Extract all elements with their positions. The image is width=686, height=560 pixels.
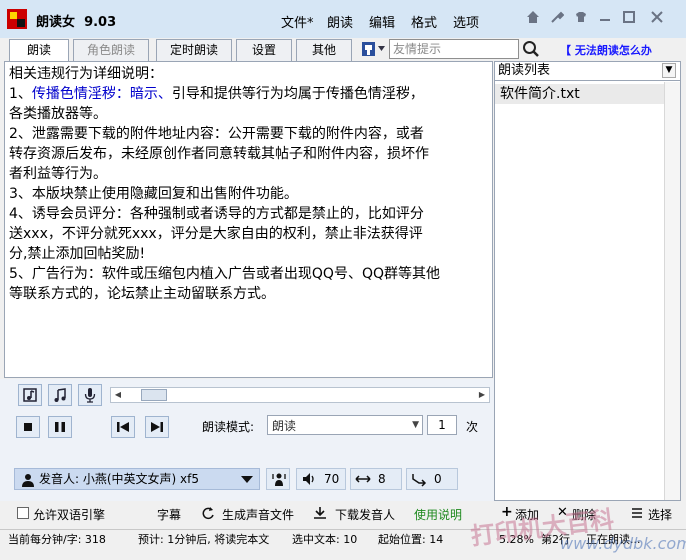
tab-role-read[interactable]: 角色朗读 [73, 39, 149, 61]
hint-input[interactable] [389, 39, 519, 59]
volume-control[interactable]: 70 [296, 468, 346, 490]
person-sound-icon [271, 471, 287, 493]
read-mode-label: 朗读模式: [202, 420, 255, 434]
repeat-unit-label: 次 [466, 420, 479, 434]
chevron-down-icon[interactable]: ▼ [662, 63, 676, 78]
speed-control[interactable]: 8 [350, 468, 402, 490]
menu-file[interactable]: 文件* [281, 12, 314, 31]
maximize-icon[interactable] [620, 10, 638, 28]
generate-audio-button[interactable]: 生成声音文件 [222, 506, 294, 523]
hint-dropdown[interactable] [360, 40, 388, 58]
bilingual-label: 允许双语引擎 [33, 508, 106, 522]
prev-icon[interactable] [111, 416, 135, 438]
watermark-url: www.dydbk.com [560, 534, 686, 553]
menu-options[interactable]: 选项 [453, 12, 479, 31]
subtitle-button[interactable]: 字幕 [157, 506, 181, 523]
tool-icon[interactable] [548, 10, 566, 28]
menu-read[interactable]: 朗读 [327, 12, 353, 31]
text-editor[interactable]: 相关违规行为详细说明： 1、传播色情淫秽：暗示、引导和提供等行为均属于传播色情淫… [4, 61, 493, 378]
text-line: 2、泄露需要下载的附件地址内容：公开需要下载的附件内容，或者 [9, 126, 424, 142]
reading-list-panel: 朗读列表 ▼ 软件简介.txt [494, 61, 681, 501]
speed-value: 8 [378, 472, 386, 486]
voice-test-button[interactable] [266, 468, 290, 490]
tab-read[interactable]: 朗读 [9, 39, 69, 63]
seek-bar[interactable]: ◀ ▶ [110, 387, 490, 403]
text-line: 4、诱导会员评分：各种强制或者诱导的方式都是禁止的，比如评分 [9, 206, 424, 222]
pitch-control[interactable]: 0 [406, 468, 458, 490]
title-bar: 朗读女 9.03 文件* 朗读 编辑 格式 选项 [0, 0, 686, 38]
speed-icon [355, 471, 371, 493]
search-icon[interactable] [522, 40, 540, 58]
tab-other[interactable]: 其他 [296, 39, 352, 61]
pitch-icon [411, 471, 427, 493]
read-mode-select[interactable]: 朗读 ▼ [267, 415, 423, 435]
minimize-icon[interactable] [596, 10, 614, 28]
stop-icon[interactable] [16, 416, 40, 438]
menu-edit[interactable]: 编辑 [369, 12, 395, 31]
download-voice-button[interactable]: 下载发音人 [335, 506, 395, 523]
next-icon[interactable] [145, 416, 169, 438]
volume-value: 70 [324, 472, 340, 486]
status-estimate: 预计: 1分钟后, 将读完本文 [138, 533, 270, 546]
tab-timed-read[interactable]: 定时朗读 [156, 39, 232, 61]
download-icon[interactable] [313, 506, 327, 523]
text-line: 5、广告行为：软件或压缩包内植入广告或者出现QQ号、QQ群等其他 [9, 266, 440, 282]
microphone-icon[interactable] [78, 384, 102, 406]
status-start-pos: 起始位置: 14 [378, 533, 444, 546]
text-line: 各类播放器等。 [9, 106, 107, 122]
help-link[interactable]: 【 无法朗读怎么办 [560, 42, 652, 58]
text-line: 1、传播色情淫秽：暗示、引导和提供等行为均属于传播色情淫秽， [9, 86, 424, 102]
control-panel: ◀ ▶ 朗读模式: 朗读 ▼ 1 次 发音人: 小燕(中英文女声) xf5 70 [0, 379, 494, 501]
repeat-count-input[interactable]: 1 [427, 415, 457, 435]
text-line: 等联系方式的，论坛禁止主动留联系方式。 [9, 286, 275, 302]
list-scrollbar[interactable] [664, 82, 680, 500]
person-icon [21, 473, 35, 493]
reading-list-header[interactable]: 朗读列表 ▼ [495, 62, 680, 81]
usage-link[interactable]: 使用说明 [414, 506, 462, 523]
skin-icon[interactable] [572, 10, 590, 28]
text-line: 分,禁止添加回帖奖励! [9, 246, 146, 262]
app-logo [7, 9, 27, 29]
music-icon[interactable] [48, 384, 72, 406]
bilingual-checkbox[interactable] [17, 507, 29, 519]
app-title: 朗读女 9.03 [36, 15, 117, 30]
pause-icon[interactable] [48, 416, 72, 438]
text-line: 相关违规行为详细说明： [9, 66, 163, 82]
tab-settings[interactable]: 设置 [236, 39, 292, 61]
close-icon[interactable] [648, 10, 666, 28]
status-selected: 选中文本: 10 [292, 533, 358, 546]
refresh-icon[interactable] [201, 506, 215, 523]
select-button[interactable]: 选择 [648, 506, 672, 523]
scroll-right-icon[interactable]: ▶ [475, 388, 489, 402]
text-line: 者利益等行为。 [9, 166, 107, 182]
volume-icon [301, 471, 317, 493]
text-mode-icon[interactable] [18, 384, 42, 406]
text-line: 送xxx，不评分就死xxx，评分是大家自由的权利，禁止非法获得评 [9, 226, 423, 242]
seek-thumb[interactable] [141, 389, 167, 401]
text-line: 3、本版块禁止使用隐藏回复和出售附件功能。 [9, 186, 298, 202]
chevron-down-icon [241, 476, 253, 483]
text-line: 转存资源后发布，未经原创作者同意转载其帖子和附件内容，损坏作 [9, 146, 429, 162]
list-item[interactable]: 软件简介.txt [495, 84, 680, 104]
chevron-down-icon: ▼ [412, 420, 419, 430]
menu-format[interactable]: 格式 [411, 12, 437, 31]
home-icon[interactable] [524, 10, 542, 28]
status-per-minute: 当前每分钟/字: 318 [8, 533, 106, 546]
pitch-value: 0 [434, 472, 442, 486]
scroll-left-icon[interactable]: ◀ [111, 388, 125, 402]
select-icon[interactable] [630, 506, 644, 523]
voice-select[interactable]: 发音人: 小燕(中英文女声) xf5 [14, 468, 260, 490]
